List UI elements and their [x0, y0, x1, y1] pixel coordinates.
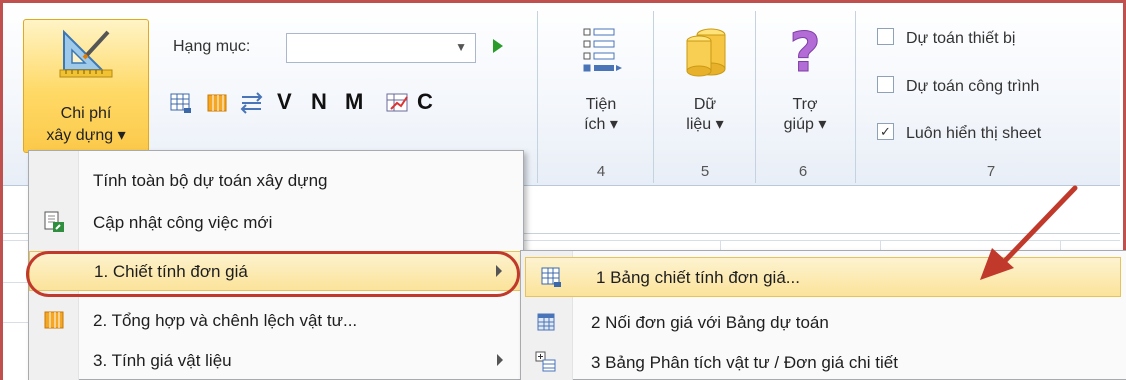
menu-item-tinh-gia-vat-lieu[interactable]: 3. Tính giá vật liệu: [29, 341, 523, 380]
chi-phi-label-line2: xây dựng ▾: [46, 127, 126, 144]
n-button[interactable]: N: [311, 89, 327, 115]
group-separator: [653, 11, 654, 183]
group-separator: [855, 11, 856, 183]
expand-table-icon: [535, 351, 556, 372]
group-separator: [537, 11, 538, 183]
red-arrow-annotation: [980, 185, 1078, 280]
tro-giup-button[interactable]: ? Trợ giúp ▾: [765, 23, 845, 135]
swap-arrows-icon[interactable]: [239, 91, 265, 115]
checkbox-luon-hien-thi-sheet[interactable]: ✓ Luôn hiển thị sheet: [877, 123, 1042, 143]
checkbox-du-toan-cong-trinh[interactable]: Dự toán công trình: [877, 76, 1040, 96]
hang-muc-label: Hạng mục:: [173, 38, 251, 55]
submenu-item-label: 2 Nối đơn giá với Bảng dự toán: [591, 313, 829, 332]
submenu-item-label: 3 Bảng Phân tích vật tư / Đơn giá chi ti…: [591, 353, 898, 372]
submenu-arrow-icon: [496, 265, 502, 277]
group-number-4: 4: [596, 163, 606, 180]
menu-item-cap-nhat[interactable]: Cập nhật công việc mới: [29, 203, 523, 243]
checkbox-du-toan-thiet-bi[interactable]: Dự toán thiết bị: [877, 28, 1016, 48]
du-lieu-label-line1: Dữ: [693, 96, 717, 113]
tro-giup-label-line2: giúp ▾: [783, 116, 827, 133]
group-number-7: 7: [986, 163, 996, 180]
checkbox-checked[interactable]: ✓: [877, 123, 894, 141]
table-insert-icon[interactable]: [169, 91, 193, 115]
grid-icon: [537, 313, 555, 331]
update-doc-icon: [44, 211, 64, 232]
play-icon[interactable]: [493, 39, 503, 53]
submenu-item-bang-phan-tich[interactable]: 3 Bảng Phân tích vật tư / Đơn giá chi ti…: [521, 343, 1125, 380]
tro-giup-label-line1: Trợ: [792, 96, 818, 113]
chi-phi-label-line1: Chi phí: [60, 105, 112, 122]
checkbox-label: Dự toán thiết bị: [906, 30, 1016, 47]
menu-item-label: Cập nhật công việc mới: [93, 213, 273, 232]
menu-item-label: Tính toàn bộ dự toán xây dựng: [93, 171, 328, 190]
c-button[interactable]: C: [417, 89, 433, 115]
checkbox[interactable]: [877, 28, 894, 46]
columns-icon: [44, 311, 64, 329]
columns-icon[interactable]: [205, 91, 229, 115]
tien-ich-label-line1: Tiện: [585, 96, 617, 113]
table-icon: [541, 267, 561, 287]
list-icon: [583, 28, 622, 72]
menu-item-tinh-toan-bo[interactable]: Tính toàn bộ dự toán xây dựng: [29, 161, 523, 201]
du-lieu-button[interactable]: Dữ liệu ▾: [663, 23, 747, 135]
chi-phi-xay-dung-button[interactable]: Chi phí xây dựng ▾: [23, 19, 149, 153]
svg-text:?: ?: [789, 23, 820, 79]
menu-item-label: 3. Tính giá vật liệu: [93, 351, 232, 370]
m-button[interactable]: M: [345, 89, 363, 115]
database-icon: [686, 28, 726, 77]
group-number-5: 5: [700, 163, 710, 180]
chevron-down-icon[interactable]: ▼: [455, 40, 467, 54]
menu-item-tong-hop-chenh-lech[interactable]: 2. Tổng hợp và chênh lệch vật tư...: [29, 301, 523, 341]
du-lieu-label-line2: liệu ▾: [686, 116, 724, 133]
submenu-arrow-icon: [497, 354, 503, 366]
chart-table-icon[interactable]: [385, 91, 411, 115]
menu-item-label: 1. Chiết tính đơn giá: [94, 262, 248, 281]
checkbox-label: Dự toán công trình: [906, 78, 1040, 95]
v-button[interactable]: V: [277, 89, 292, 115]
checkbox-label: Luôn hiển thị sheet: [906, 125, 1042, 142]
menu-item-chiet-tinh-don-gia[interactable]: 1. Chiết tính đơn giá: [29, 251, 523, 291]
group-number-6: 6: [798, 163, 808, 180]
hang-muc-combobox[interactable]: ▼: [286, 33, 476, 63]
tien-ich-button[interactable]: Tiện ích ▾: [553, 23, 649, 135]
submenu-item-label: 1 Bảng chiết tính đơn giá...: [596, 268, 800, 287]
group-separator: [755, 11, 756, 183]
chi-phi-dropdown-menu: Tính toàn bộ dự toán xây dựng Cập nhật c…: [28, 150, 524, 380]
triangle-ruler-icon: [59, 29, 113, 78]
checkbox[interactable]: [877, 76, 894, 94]
submenu-item-noi-don-gia[interactable]: 2 Nối đơn giá với Bảng dự toán: [521, 303, 1125, 343]
menu-item-label: 2. Tổng hợp và chênh lệch vật tư...: [93, 311, 358, 330]
tien-ich-label-line2: ích ▾: [584, 116, 618, 133]
help-question-icon: ?: [789, 23, 821, 79]
